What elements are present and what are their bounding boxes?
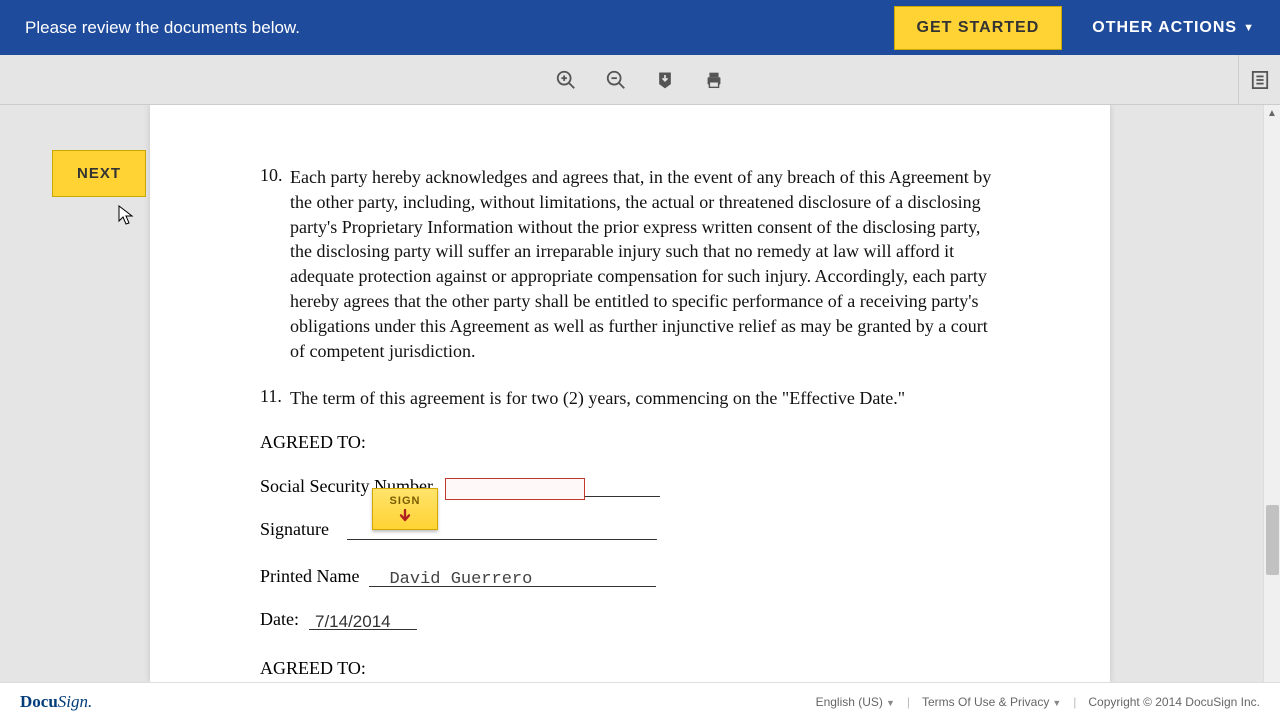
printed-name-line: David Guerrero [369,567,656,587]
printed-name-row: Printed Name David Guerrero [260,566,1000,587]
agreed-to-heading-2: AGREED TO: [260,658,1000,679]
clause-11: 11. The term of this agreement is for tw… [260,386,1000,411]
ssn-row: Social Security Number [260,475,1000,497]
arrow-down-icon [397,508,413,524]
other-actions-label: OTHER ACTIONS [1092,19,1237,37]
zoom-out-icon[interactable] [605,69,627,91]
document-toolbar [0,55,1280,105]
separator: | [1073,695,1076,709]
review-message: Please review the documents below. [25,18,894,38]
sign-here-tag[interactable]: SIGN [372,488,438,530]
printed-name-value: David Guerrero [369,570,532,588]
footer: DocuSign. English (US)▼ | Terms Of Use &… [0,682,1280,720]
clause-text: Each party hereby acknowledges and agree… [290,165,1000,364]
signature-label: Signature [260,519,329,540]
top-bar: Please review the documents below. GET S… [0,0,1280,55]
thumbnails-panel-icon[interactable] [1238,55,1280,105]
clause-text: The term of this agreement is for two (2… [290,386,1000,411]
zoom-in-icon[interactable] [555,69,577,91]
scroll-up-icon[interactable]: ▲ [1264,105,1280,121]
other-actions-button[interactable]: OTHER ACTIONS ▼ [1092,19,1255,37]
sign-tag-label: SIGN [390,495,421,507]
date-row: Date: 7/14/2014 [260,609,1000,630]
print-icon[interactable] [703,69,725,91]
signature-row: Signature SIGN [260,519,1000,540]
download-icon[interactable] [655,70,675,90]
language-selector[interactable]: English (US)▼ [816,695,895,709]
date-label: Date: [260,609,299,630]
clause-10: 10. Each party hereby acknowledges and a… [260,165,1000,364]
copyright-text: Copyright © 2014 DocuSign Inc. [1088,695,1260,709]
next-button[interactable]: NEXT [52,150,146,197]
printed-name-label: Printed Name [260,566,359,587]
cursor-icon [118,205,134,227]
footer-links: English (US)▼ | Terms Of Use & Privacy▼ … [816,695,1260,709]
clause-number: 10. [260,165,290,364]
terms-link[interactable]: Terms Of Use & Privacy▼ [922,695,1061,709]
scrollbar[interactable]: ▲ [1263,105,1280,682]
date-value: 7/14/2014 [309,612,391,629]
clause-number: 11. [260,386,290,411]
ssn-input[interactable] [445,478,585,500]
separator: | [907,695,910,709]
date-line: 7/14/2014 [309,610,417,630]
document-page: 10. Each party hereby acknowledges and a… [150,105,1110,682]
get-started-button[interactable]: GET STARTED [894,6,1063,50]
agreed-to-heading: AGREED TO: [260,432,1000,453]
field-line [584,477,660,497]
docusign-logo: DocuSign. [20,692,92,712]
document-workspace: NEXT 10. Each party hereby acknowledges … [0,105,1280,682]
scrollbar-thumb[interactable] [1266,505,1279,575]
caret-down-icon: ▼ [1243,22,1255,34]
